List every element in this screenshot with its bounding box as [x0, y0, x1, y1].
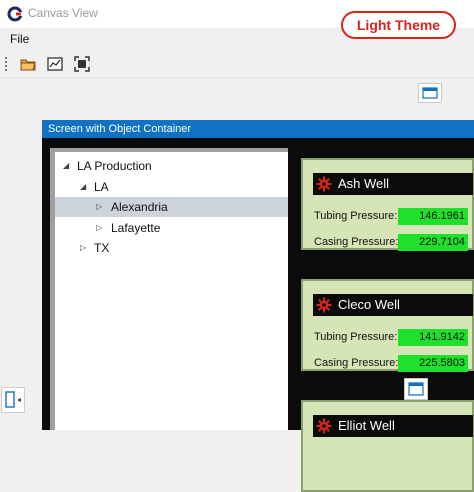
object-container: Ash Well Tubing Pressure: 146.1961 Casin… [293, 148, 474, 492]
well-header: Ash Well [313, 173, 473, 195]
menu-file[interactable]: File [10, 32, 29, 46]
open-folder-icon[interactable] [18, 54, 38, 74]
gear-icon [316, 418, 332, 434]
well-header: Cleco Well [313, 294, 473, 316]
collapsed-arrow-icon[interactable]: ▷ [96, 218, 102, 238]
tree-view: ◢ LA Production ◢ LA ▷ Alexandria ▷ Lafa… [55, 152, 288, 430]
window-icon[interactable] [418, 83, 442, 103]
well-card-elliot[interactable]: Elliot Well [301, 400, 474, 492]
casing-pressure-label: Casing Pressure: [314, 357, 399, 369]
expanded-arrow-icon[interactable]: ◢ [80, 177, 86, 197]
gear-icon [316, 176, 332, 192]
gear-icon [316, 297, 332, 313]
tree-item-la-production[interactable]: ◢ LA Production [55, 156, 288, 176]
casing-pressure-value: 229.7104 [398, 234, 468, 251]
tree-item-la[interactable]: ◢ LA [55, 177, 288, 197]
expanded-arrow-icon[interactable]: ◢ [63, 156, 69, 176]
toolbar-grip-icon[interactable] [5, 57, 7, 71]
tree-item-tx[interactable]: ▷ TX [55, 238, 288, 258]
menu-bar: File [0, 28, 474, 50]
well-name: Elliot Well [338, 418, 395, 433]
window-icon[interactable] [404, 378, 428, 400]
casing-pressure-value: 225.5803 [398, 355, 468, 372]
casing-pressure-label: Casing Pressure: [314, 236, 399, 248]
tubing-pressure-value: 146.1961 [398, 208, 468, 225]
tubing-pressure-label: Tubing Pressure: [314, 210, 398, 222]
window-title: Canvas View [28, 6, 98, 20]
screen-title: Screen with Object Container [42, 120, 474, 138]
chart-icon[interactable] [45, 54, 65, 74]
well-card-cleco[interactable]: Cleco Well Tubing Pressure: 141.9142 Cas… [301, 279, 474, 372]
well-name: Cleco Well [338, 297, 400, 312]
tree-panel: ◢ LA Production ◢ LA ▷ Alexandria ▷ Lafa… [50, 148, 288, 430]
tree-item-lafayette[interactable]: ▷ Lafayette [55, 218, 288, 238]
well-header: Elliot Well [313, 415, 473, 437]
fit-screen-icon[interactable] [72, 54, 92, 74]
tree-item-alexandria[interactable]: ▷ Alexandria [55, 197, 288, 217]
app-logo-icon [7, 6, 23, 22]
tubing-pressure-label: Tubing Pressure: [314, 331, 398, 343]
dock-panel-icon[interactable] [1, 387, 25, 413]
well-card-ash[interactable]: Ash Well Tubing Pressure: 146.1961 Casin… [301, 158, 474, 251]
collapsed-arrow-icon[interactable]: ▷ [96, 197, 102, 217]
toolbar [0, 51, 474, 78]
tubing-pressure-value: 141.9142 [398, 329, 468, 346]
collapsed-arrow-icon[interactable]: ▷ [80, 238, 86, 258]
well-name: Ash Well [338, 176, 390, 191]
